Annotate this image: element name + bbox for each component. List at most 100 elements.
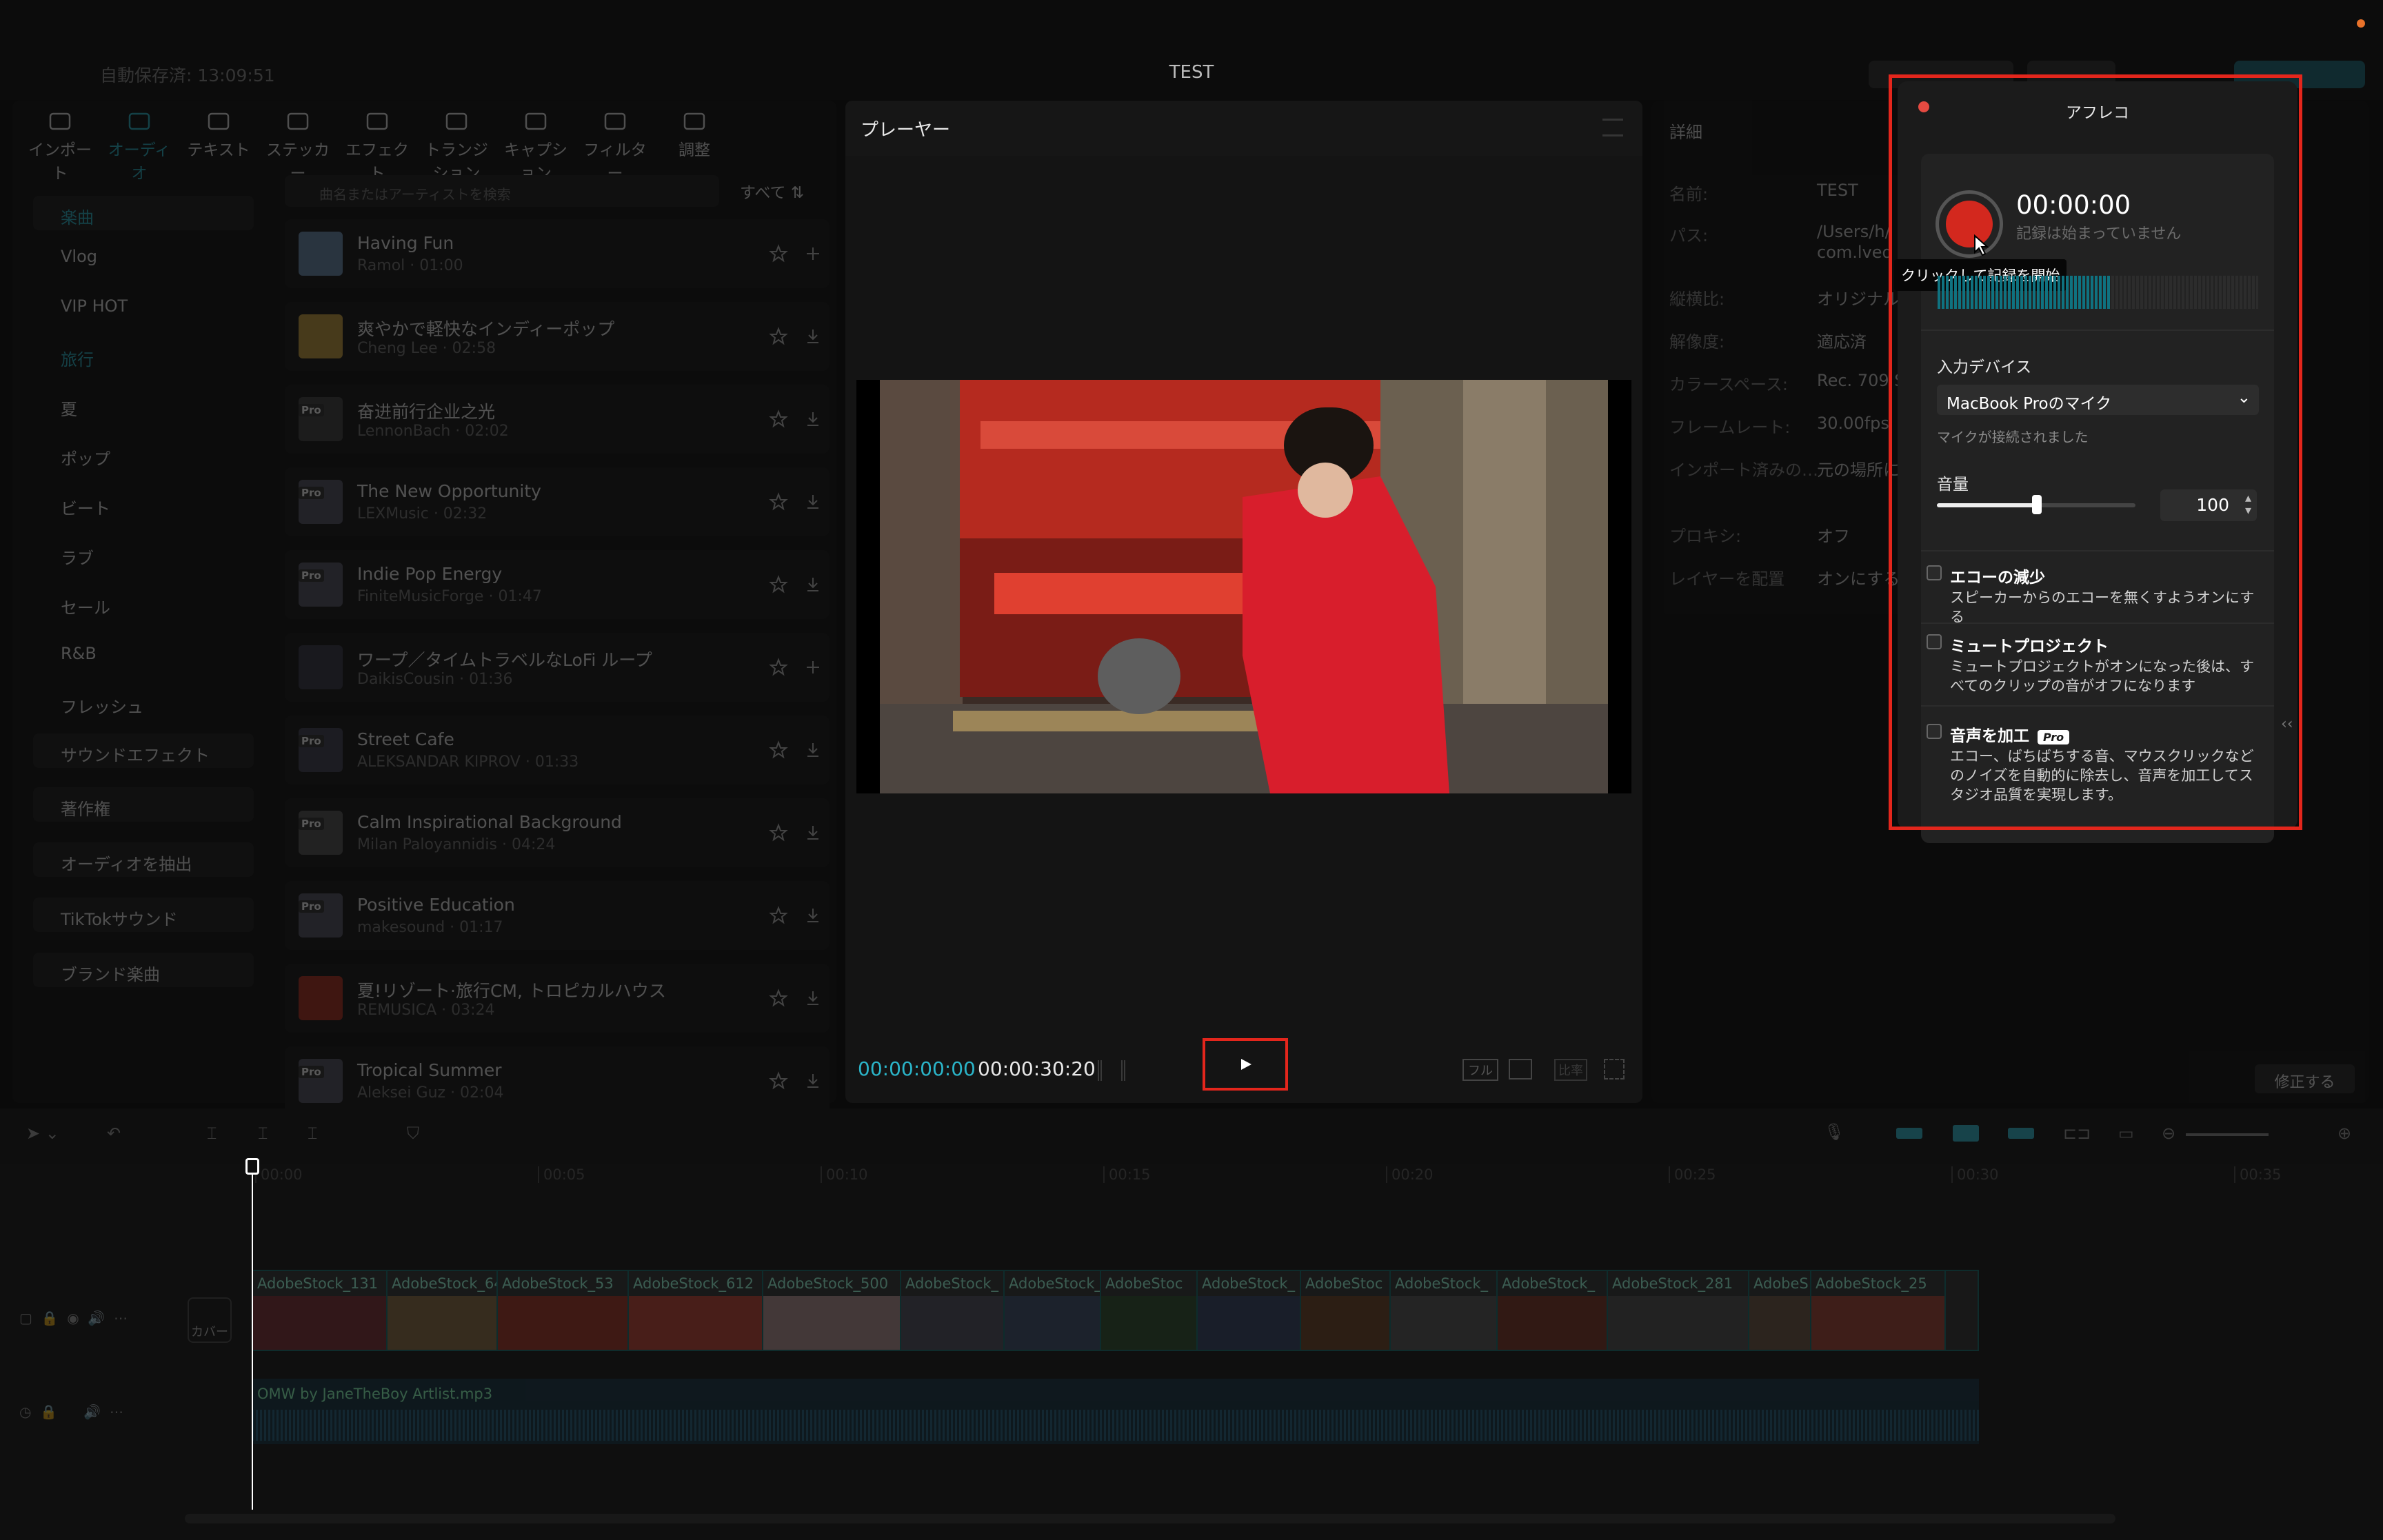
download-icon[interactable]	[802, 904, 824, 926]
favorite-icon[interactable]	[767, 1070, 790, 1092]
video-track[interactable]: AdobeStock_131 AdobeStock_640 AdobeStock_5…	[252, 1270, 1979, 1351]
add-icon[interactable]	[802, 243, 824, 265]
audio-track[interactable]: OMW by JaneTheBoy Artlist.mp3	[252, 1379, 1979, 1444]
category-item[interactable]: フレッシュ	[33, 685, 254, 720]
list-item[interactable]: Pro Indie Pop Energy FiniteMusicForge · 01…	[285, 550, 829, 619]
microphone-icon[interactable]: 🎙	[1824, 1122, 1844, 1142]
list-item[interactable]: ワープ／タイムトラベルなLoFi ループ DaikisCousin · 01:36	[285, 633, 829, 702]
clip[interactable]: AdobeS	[1749, 1271, 1811, 1350]
snap-icon[interactable]	[1896, 1128, 1922, 1139]
favorite-icon[interactable]	[767, 243, 790, 265]
list-item[interactable]: Pro Calm Inspirational Background Milan Pa…	[285, 798, 829, 867]
favorite-icon[interactable]	[767, 987, 790, 1009]
markers-icon[interactable]	[1098, 1060, 1125, 1081]
search-input[interactable]: 曲名またはアーティストを検索	[285, 175, 719, 207]
download-icon[interactable]	[802, 574, 824, 596]
track-controls[interactable]: ▢ 🔒 ◉ 🔊 ⋯	[19, 1310, 128, 1326]
zoom-fit-icon[interactable]	[1509, 1059, 1532, 1080]
trim-left-icon[interactable]: ⌶	[258, 1124, 268, 1143]
split-icon[interactable]: ⌶	[207, 1124, 217, 1143]
list-item[interactable]: 爽やかで軽快なインディーポップ Cheng Lee · 02:58	[285, 302, 829, 371]
download-icon[interactable]	[802, 987, 824, 1009]
tab-audio[interactable]: オーディオ	[101, 106, 177, 183]
zoom-out-icon[interactable]: ⊖	[2162, 1124, 2175, 1143]
favorite-icon[interactable]	[767, 904, 790, 926]
zoom-slider[interactable]	[2186, 1133, 2269, 1136]
clip[interactable]: AdobeStock_500	[763, 1271, 901, 1350]
cover-button[interactable]: カバー	[188, 1297, 232, 1343]
clip[interactable]: AdobeStock_281	[1608, 1271, 1749, 1350]
playhead[interactable]	[245, 1158, 259, 1510]
category-item[interactable]: Vlog	[33, 239, 254, 273]
favorite-icon[interactable]	[767, 491, 790, 513]
list-item[interactable]: 夏!リゾート·旅行CM, トロピカルハウス REMUSICA · 03:24	[285, 964, 829, 1033]
tab-sticker[interactable]: ステッカー	[260, 106, 336, 183]
list-item[interactable]: Pro 奋进前行企业之光 LennonBach · 02:02	[285, 385, 829, 454]
category-item[interactable]: オーディオを抽出	[33, 842, 254, 877]
category-item[interactable]: 旅行	[33, 338, 254, 372]
clip[interactable]: AdobeStock_612	[629, 1271, 763, 1350]
filter-button[interactable]: すべて ⇅	[740, 179, 804, 203]
clip[interactable]: AdobeStoc	[1301, 1271, 1391, 1350]
category-item[interactable]: 著作権	[33, 787, 254, 822]
clip[interactable]: AdobeStock_	[1391, 1271, 1498, 1350]
audio-track-controls[interactable]: ◷ 🔒 🔊 ⋯	[19, 1404, 123, 1420]
clip[interactable]: AdobeStock_	[901, 1271, 1005, 1350]
category-item[interactable]: VIP HOT	[33, 288, 254, 323]
expand-icon[interactable]	[1604, 1059, 1625, 1080]
zoom-in-icon[interactable]: ⊕	[2337, 1124, 2351, 1143]
undo-icon[interactable]: ↶	[107, 1124, 121, 1143]
list-item[interactable]: Pro Tropical Summer Aleksei Guz · 02:04	[285, 1046, 829, 1115]
category-item[interactable]: ビート	[33, 487, 254, 521]
link-icon[interactable]	[1953, 1125, 1979, 1142]
favorite-icon[interactable]	[767, 822, 790, 844]
add-icon[interactable]	[802, 656, 824, 678]
split-audio-icon[interactable]: ⊏⊐	[2063, 1124, 2091, 1143]
select-tool-icon[interactable]: ➤ ⌄	[26, 1124, 59, 1143]
favorite-icon[interactable]	[767, 325, 790, 347]
list-item[interactable]: Pro The New Opportunity LEXMusic · 02:32	[285, 467, 829, 536]
list-item[interactable]: Pro Street Cafe ALEKSANDAR KIPROV · 01:33	[285, 716, 829, 784]
trim-right-icon[interactable]: ⌶	[308, 1124, 317, 1143]
menu-icon[interactable]	[1602, 119, 1623, 136]
download-icon[interactable]	[802, 1070, 824, 1092]
category-item[interactable]: TikTokサウンド	[33, 898, 254, 932]
clip[interactable]: AdobeStock_53	[498, 1271, 629, 1350]
shield-icon[interactable]: ⛉	[407, 1124, 419, 1143]
clip[interactable]: AdobeStock_	[1198, 1271, 1301, 1350]
clip[interactable]: AdobeStock_131	[253, 1271, 388, 1350]
clip[interactable]: AdobeStock_25	[1811, 1271, 1946, 1350]
screen-icon[interactable]: ▭	[2118, 1124, 2134, 1143]
clip[interactable]: AdobeStock_640	[388, 1271, 498, 1350]
favorite-icon[interactable]	[767, 574, 790, 596]
category-item[interactable]: ポップ	[33, 437, 254, 472]
tab-filter[interactable]: フィルター	[577, 106, 653, 183]
category-item[interactable]: 夏	[33, 387, 254, 422]
preview-axis-icon[interactable]	[2008, 1128, 2034, 1139]
timeline-ruler[interactable]: 00:00 00:05 00:10 00:15 00:20 00:25 00:30 00:35	[248, 1166, 2365, 1187]
tab-caption[interactable]: キャプション	[498, 106, 574, 183]
timeline-scrollbar[interactable]	[185, 1514, 2115, 1523]
download-icon[interactable]	[802, 408, 824, 430]
category-item[interactable]: ラブ	[33, 536, 254, 571]
favorite-icon[interactable]	[767, 408, 790, 430]
list-item[interactable]: Having Fun Ramol · 01:00	[285, 219, 829, 288]
list-item[interactable]: Pro Positive Education makesound · 01:17	[285, 881, 829, 950]
tab-import[interactable]: インポート	[22, 106, 98, 183]
tab-effects[interactable]: エフェクト	[339, 106, 415, 183]
category-item[interactable]: サウンドエフェクト	[33, 733, 254, 768]
clip[interactable]: AdobeStock_3	[1005, 1271, 1101, 1350]
download-icon[interactable]	[802, 491, 824, 513]
clip[interactable]: AdobeStock_	[1498, 1271, 1608, 1350]
category-item[interactable]: セール	[33, 586, 254, 620]
download-icon[interactable]	[802, 822, 824, 844]
ratio-button[interactable]: 比率	[1554, 1059, 1587, 1081]
fullscreen-toggle[interactable]: フル	[1462, 1059, 1498, 1081]
tab-text[interactable]: テキスト	[181, 106, 257, 160]
category-item[interactable]: ブランド楽曲	[33, 953, 254, 987]
modify-button[interactable]: 修正する	[2255, 1064, 2355, 1093]
category-item[interactable]: R&B	[33, 636, 254, 670]
download-icon[interactable]	[802, 739, 824, 761]
favorite-icon[interactable]	[767, 656, 790, 678]
download-icon[interactable]	[802, 325, 824, 347]
